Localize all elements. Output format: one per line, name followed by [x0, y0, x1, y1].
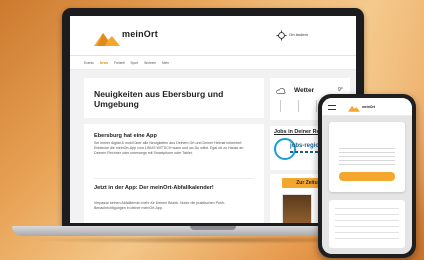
article-card: Ebersburg hat eine App Sei immer digital… — [84, 124, 264, 223]
phone-content-list — [329, 200, 405, 248]
nav-item-sport[interactable]: Sport — [131, 61, 139, 65]
phone-popup-text-lines — [339, 148, 395, 168]
phone-brand-logo-icon — [348, 105, 360, 112]
cloud-icon — [276, 87, 286, 94]
smartphone: meinOrt — [318, 94, 416, 258]
phone-brand-name: meinOrt — [362, 105, 375, 109]
nav-item-events[interactable]: Events — [84, 61, 94, 65]
article-title-abfallkalender[interactable]: Jetzt in der App: Der meinOrt-Abfallkale… — [94, 185, 254, 192]
brand-logo-icon[interactable] — [94, 30, 120, 46]
article-title[interactable]: Ebersburg hat eine App — [94, 133, 157, 139]
headline-card: Neuigkeiten aus Ebersburg und Umgebung — [84, 78, 264, 118]
divider — [94, 178, 254, 179]
phone-app-header: meinOrt — [322, 98, 412, 116]
weather-title: Wetter — [294, 87, 315, 94]
phone-popup-button[interactable] — [339, 172, 395, 181]
site-header: meinOrt Ort ändern — [70, 16, 356, 56]
weather-temperature: 9° — [338, 87, 343, 93]
page-title: Neuigkeiten aus Ebersburg und Umgebung — [94, 89, 224, 109]
laptop-screen: meinOrt Ort ändern Events News Freizeit … — [70, 16, 356, 223]
article-body: Sei immer digital & mobil über alle Neui… — [94, 141, 244, 155]
nav-item-wohnen[interactable]: Wohnen — [144, 61, 156, 65]
main-nav: Events News Freizeit Sport Wohnen Mehr — [70, 56, 356, 70]
location-icon[interactable] — [276, 30, 287, 41]
nav-item-more[interactable]: Mehr — [162, 61, 169, 65]
article-body-abfallkalender: Verpasse keinen Abfalltermin mehr für De… — [94, 201, 226, 210]
nav-item-news[interactable]: News — [100, 61, 108, 65]
brand-name[interactable]: meinOrt — [122, 29, 158, 39]
change-location-link[interactable]: Ort ändern — [289, 32, 308, 37]
phone-popup-card — [329, 122, 405, 192]
phone-list-text-lines — [335, 208, 399, 242]
laptop-notch — [190, 226, 236, 230]
newspaper-thumbnail[interactable] — [282, 194, 312, 223]
phone-screen: meinOrt — [322, 98, 412, 254]
nav-item-freizeit[interactable]: Freizeit — [114, 61, 124, 65]
menu-icon[interactable] — [328, 105, 336, 110]
jobs-logo-icon — [274, 138, 296, 160]
